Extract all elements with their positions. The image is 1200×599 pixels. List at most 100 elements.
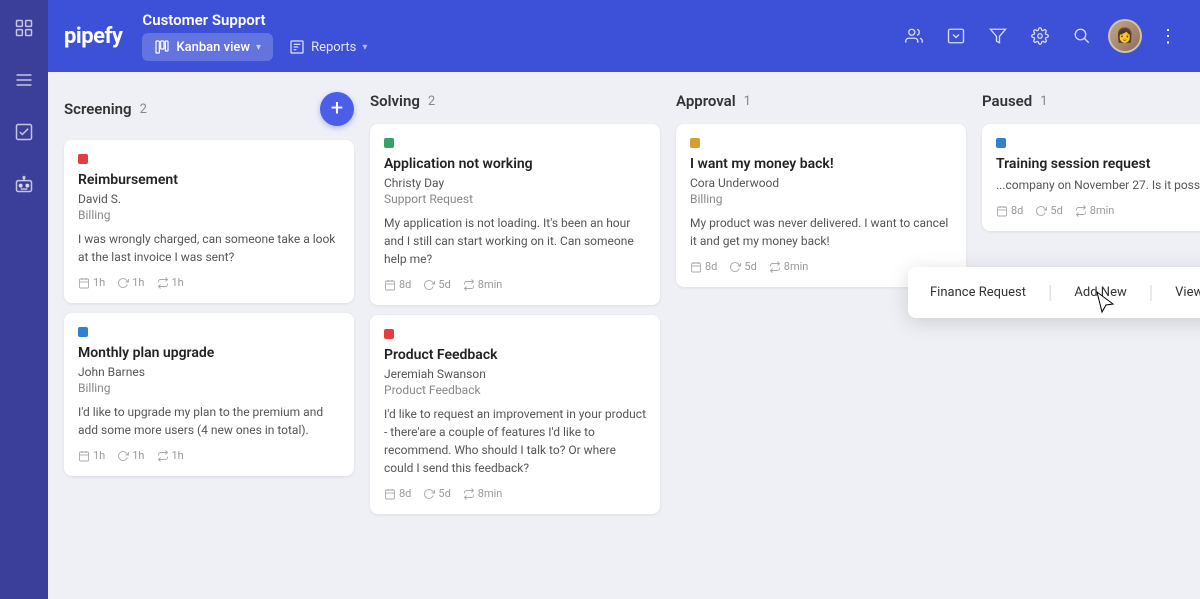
card-category: Billing <box>78 381 340 395</box>
meta-sync: 8min <box>769 260 809 273</box>
tooltip-add-new[interactable]: Add New <box>1068 281 1132 304</box>
meta-sync: 1h <box>157 276 184 289</box>
meta-time: 8d <box>690 260 717 273</box>
card-title: Reimbursement <box>78 172 340 188</box>
card-description: I was wrongly charged, can someone take … <box>78 230 340 266</box>
meta-time: 8d <box>384 487 411 500</box>
card-category: Billing <box>690 192 952 206</box>
meta-time: 8d <box>996 204 1023 217</box>
tooltip-view-all[interactable]: View All <box>1169 281 1200 304</box>
more-action-btn[interactable]: ⋮ <box>1152 20 1184 52</box>
column-title-screening: Screening <box>64 100 132 118</box>
priority-indicator <box>690 138 700 148</box>
meta-refresh: 5d <box>1035 204 1062 217</box>
card-author: Christy Day <box>384 176 646 190</box>
card-training-request[interactable]: Training session request ...company on N… <box>982 124 1200 231</box>
meta-time-value: 1h <box>93 276 105 289</box>
meta-refresh-value: 5d <box>438 487 450 500</box>
column-approval: Approval 1 I want my money back! Cora Un… <box>676 88 966 583</box>
card-author: Cora Underwood <box>690 176 952 190</box>
meta-sync-value: 8min <box>1090 204 1115 217</box>
users-action-btn[interactable] <box>898 20 930 52</box>
nav-actions: 👩 ⋮ <box>898 19 1184 53</box>
meta-sync: 1h <box>157 449 184 462</box>
card-author: Jeremiah Swanson <box>384 367 646 381</box>
card-description: My product was never delivered. I want t… <box>690 214 952 250</box>
meta-refresh-value: 1h <box>132 276 144 289</box>
card-title: Application not working <box>384 156 646 172</box>
sidebar-icon-checkbox[interactable] <box>8 116 40 148</box>
card-title: Product Feedback <box>384 347 646 363</box>
card-title: I want my money back! <box>690 156 952 172</box>
column-title-paused: Paused <box>982 92 1032 110</box>
column-header-paused: Paused 1 <box>982 88 1200 114</box>
card-product-feedback[interactable]: Product Feedback Jeremiah Swanson Produc… <box>370 315 660 514</box>
card-meta: 8d 5d 8min <box>996 204 1200 217</box>
column-header-screening: Screening 2 + <box>64 88 354 130</box>
filter-action-btn[interactable] <box>982 20 1014 52</box>
meta-sync-value: 1h <box>172 276 184 289</box>
priority-indicator <box>996 138 1006 148</box>
column-solving: Solving 2 Application not working Christ… <box>370 88 660 583</box>
card-monthly-upgrade[interactable]: Monthly plan upgrade John Barnes Billing… <box>64 313 354 476</box>
sidebar-icon-robot[interactable] <box>8 168 40 200</box>
meta-time-value: 1h <box>93 449 105 462</box>
card-category: Product Feedback <box>384 383 646 397</box>
column-title-group: Paused 1 <box>982 92 1048 110</box>
avatar-image: 👩 <box>1110 21 1140 51</box>
meta-refresh-value: 1h <box>132 449 144 462</box>
tooltip-separator2: | <box>1149 282 1153 303</box>
card-description: My application is not loading. It's been… <box>384 214 646 268</box>
settings-action-btn[interactable] <box>1024 20 1056 52</box>
meta-sync-value: 8min <box>478 487 503 500</box>
column-paused: Paused 1 Training session request ...com… <box>982 88 1200 583</box>
avatar[interactable]: 👩 <box>1108 19 1142 53</box>
column-screening: Screening 2 + Reimbursement David S. Bil… <box>64 88 354 583</box>
priority-indicator <box>384 329 394 339</box>
tab-reports[interactable]: Reports ▾ <box>277 33 379 61</box>
sidebar-icon-list[interactable] <box>8 64 40 96</box>
card-category: Support Request <box>384 192 646 206</box>
card-app-not-working[interactable]: Application not working Christy Day Supp… <box>370 124 660 305</box>
card-meta: 8d 5d 8min <box>384 487 646 500</box>
priority-indicator <box>78 327 88 337</box>
logo: pipefy <box>64 24 122 49</box>
meta-time-value: 8d <box>399 487 411 500</box>
meta-time: 8d <box>384 278 411 291</box>
card-category: Billing <box>78 208 340 222</box>
column-title-approval: Approval <box>676 92 736 110</box>
card-meta: 1h 1h 1h <box>78 449 340 462</box>
tooltip-separator: | <box>1048 282 1052 303</box>
add-card-screening[interactable]: + <box>320 92 354 126</box>
column-header-solving: Solving 2 <box>370 88 660 114</box>
tooltip-finance-request[interactable]: Finance Request <box>924 281 1032 304</box>
meta-refresh: 1h <box>117 276 144 289</box>
card-meta: 1h 1h 1h <box>78 276 340 289</box>
column-count-paused: 1 <box>1040 94 1047 109</box>
card-title: Monthly plan upgrade <box>78 345 340 361</box>
card-reimbursement[interactable]: Reimbursement David S. Billing I was wro… <box>64 140 354 303</box>
priority-indicator <box>78 154 88 164</box>
meta-time-value: 8d <box>399 278 411 291</box>
card-money-back[interactable]: I want my money back! Cora Underwood Bil… <box>676 124 966 287</box>
sidebar <box>0 0 48 599</box>
card-description: I'd like to upgrade my plan to the premi… <box>78 403 340 439</box>
meta-sync-value: 8min <box>784 260 809 273</box>
column-header-approval: Approval 1 <box>676 88 966 114</box>
meta-time: 1h <box>78 449 105 462</box>
tab-reports-label: Reports <box>311 40 356 55</box>
meta-refresh: 1h <box>117 449 144 462</box>
meta-refresh: 5d <box>423 278 450 291</box>
tooltip-popup: Finance Request | Add New | View All <box>908 267 1200 318</box>
search-action-btn[interactable] <box>1066 20 1098 52</box>
kanban-board: Screening 2 + Reimbursement David S. Bil… <box>48 72 1200 599</box>
kanban-dropdown-arrow: ▾ <box>256 42 261 53</box>
board-title: Customer Support <box>142 11 898 29</box>
tab-kanban[interactable]: Kanban view ▾ <box>142 33 273 61</box>
reports-dropdown-arrow: ▾ <box>362 42 367 53</box>
meta-time: 1h <box>78 276 105 289</box>
meta-sync: 8min <box>463 278 503 291</box>
sidebar-icon-grid[interactable] <box>8 12 40 44</box>
share-action-btn[interactable] <box>940 20 972 52</box>
meta-sync-value: 8min <box>478 278 503 291</box>
